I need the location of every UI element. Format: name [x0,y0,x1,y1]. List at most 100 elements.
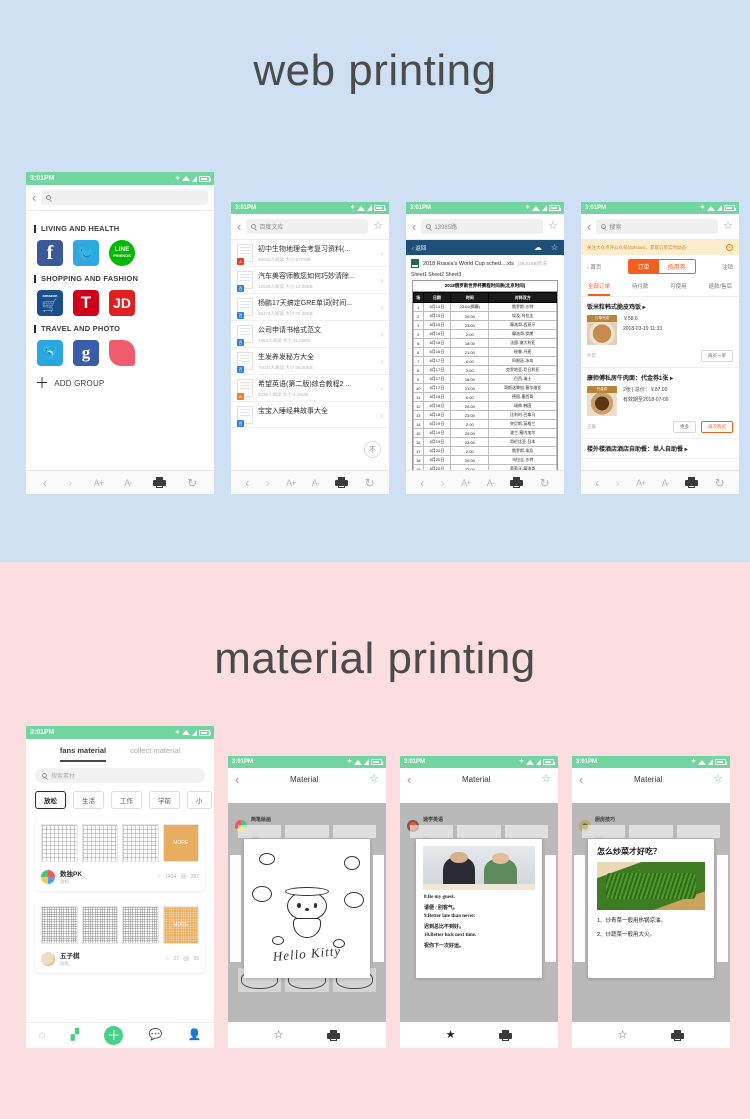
prev-page-peek[interactable] [230,855,241,962]
scroll-to-top-button[interactable]: 不 [364,441,381,458]
list-item[interactable]: W 希望英语(第二版)综合教程2 ... 5236人阅读 大小:4.16MB › [231,375,389,402]
ctrip-icon[interactable]: 🐬 [37,340,63,366]
material-card[interactable]: MORE 五子棋 放松 ☆ 27 🖨 65 [35,900,205,973]
grid-icon[interactable]: ▞ [71,1030,79,1041]
star-icon[interactable]: ☆ [551,243,558,252]
next-page-peek[interactable] [545,855,556,962]
favorite-icon[interactable]: ☆ [618,1029,628,1041]
profile-icon[interactable]: 👤 [188,1030,202,1041]
google-icon[interactable]: g [73,340,99,366]
url-input[interactable]: 13985路 [421,219,544,234]
more-button[interactable]: 更多 [673,421,696,433]
close-icon[interactable]: × [726,244,733,251]
refresh-button[interactable]: ↻ [715,477,725,489]
bookmark-star-icon[interactable]: ☆ [548,221,558,232]
toolbar-forward-button[interactable]: › [266,477,270,489]
order-item-partial[interactable]: 楼外楼酒店酒店自助餐：单人自助餐 ▸ [581,439,739,459]
toolbar-forward-button[interactable]: › [68,477,72,489]
meitu-icon[interactable] [109,340,135,366]
back-button[interactable]: ‹ [407,773,411,786]
list-item[interactable]: 百 杨鹏17天搞定GRE单词(时间... 68374人阅读 大小:70.00KB… [231,294,389,321]
chat-icon[interactable]: 💬 [149,1030,163,1041]
back-button[interactable]: ‹ [579,773,583,786]
font-increase-button[interactable]: A+ [286,478,296,488]
refresh-button[interactable]: ↻ [540,477,550,489]
font-decrease-button[interactable]: A- [312,478,320,488]
order-item[interactable]: 饭米粒韩式脆皮鸡饭 ▸ 订单完成 ￥58.6 2018-03-19 11:33 … [581,297,739,368]
list-item[interactable]: 百 汽车美容师教您如何巧妙清除... 12529人阅读 大小:13.00KB › [231,267,389,294]
toolbar-back-button[interactable]: ‹ [420,477,424,489]
font-increase-button[interactable]: A+ [461,478,471,488]
cloud-download-icon[interactable]: ☁ [534,243,542,252]
sheet-tabs[interactable]: Sheet1 Sheet2 Sheet3 [406,272,564,280]
star-icon[interactable]: ☆ [369,774,379,785]
rebuy-button[interactable]: 再买一单 [701,350,733,362]
printer-icon[interactable] [335,477,349,488]
back-button[interactable]: ‹ [237,220,241,233]
twitter-icon[interactable]: 🐦 [73,240,99,266]
bookmark-star-icon[interactable]: ☆ [373,221,383,232]
star-icon[interactable]: ☆ [541,774,551,785]
back-button[interactable]: ‹ [32,191,36,204]
tab-all-orders[interactable]: 全部订单 [588,278,611,296]
add-group-button[interactable]: ＋ ADD GROUP [35,376,206,390]
plus-icon[interactable]: ＋ [104,1026,124,1045]
font-decrease-button[interactable]: A- [662,478,670,488]
home-link[interactable]: ‹ 首页 [587,263,601,271]
segment-coupons[interactable]: 抵用券 [658,260,695,273]
tab-pending-payment[interactable]: 待付款 [632,278,649,296]
home-icon[interactable]: ⌂ [39,1030,46,1041]
bookmark-star-icon[interactable]: ☆ [723,221,733,232]
more-thumb[interactable]: MORE [162,824,199,862]
font-increase-button[interactable]: A+ [94,478,104,488]
refresh-button[interactable]: ↻ [187,477,197,489]
facebook-icon[interactable]: f [37,240,63,266]
toolbar-back-button[interactable]: ‹ [245,477,249,489]
tab-usable[interactable]: 可使用 [670,278,687,296]
search-input[interactable] [41,190,208,205]
next-page-peek[interactable] [717,855,728,962]
font-increase-button[interactable]: A+ [636,478,646,488]
printer-icon[interactable] [510,477,524,488]
list-item[interactable]: A 初中生物地理会考复习资料(... 55033人阅读 大小:2.07MB › [231,240,389,267]
viewer-back-button[interactable]: ‹ 返回 [412,244,426,252]
chip-preschool[interactable]: 学前 [149,791,180,809]
list-item[interactable]: 百 公司申请书格式范文 4854人阅读 大小:31.00KB › [231,321,389,348]
chip-life[interactable]: 生活 [73,791,104,809]
rebuy-button[interactable]: 再次购买 [701,421,733,433]
font-decrease-button[interactable]: A- [487,478,495,488]
tmall-icon[interactable]: T [73,290,99,316]
printer-icon[interactable] [152,477,166,488]
segment-orders[interactable]: 订单 [628,260,659,273]
url-input[interactable]: 搜索 [596,219,719,234]
tab-fans-material[interactable]: fans material [59,746,107,762]
search-input[interactable]: 搜索素材 [35,768,205,783]
jd-icon[interactable]: JD [109,290,135,316]
more-thumb[interactable]: MORE [162,906,199,944]
line-friends-icon[interactable]: LINE FRIENDS [109,240,135,266]
next-page-peek[interactable] [373,855,384,962]
tab-collect-material[interactable]: collect material [130,746,180,762]
material-sheet[interactable]: Hello Kitty [244,839,370,978]
back-button[interactable]: ‹ [235,773,239,786]
toolbar-back-button[interactable]: ‹ [43,477,47,489]
toolbar-forward-button[interactable]: › [441,477,445,489]
printer-icon[interactable] [499,1029,513,1041]
amazon-icon[interactable]: amazon 🛒 [37,290,63,316]
toolbar-forward-button[interactable]: › [616,477,620,489]
order-item[interactable]: 康师傅私房牛肉面：代金券1张 ▸ 代金券 2张 | 总价：￥87.00 有效期至… [581,368,739,439]
favorite-icon[interactable]: ★ [446,1029,456,1041]
star-icon[interactable]: ☆ [713,774,723,785]
logout-link[interactable]: 注销 [722,263,733,271]
printer-icon[interactable] [327,1029,341,1041]
printer-icon[interactable] [671,1029,685,1041]
material-sheet[interactable]: 8.Be my guest. 请便 / 别客气。 9.Better late t… [416,839,542,978]
font-decrease-button[interactable]: A- [124,478,132,488]
url-input[interactable]: 百度文库 [246,219,369,234]
tab-refund[interactable]: 退款/售后 [708,278,732,296]
material-sheet[interactable]: 怎么炒菜才好吃？ 1、炒青菜一般用热锅凉油。 2、炒蔬菜一般用大火。 [588,839,714,978]
chip-work[interactable]: 工作 [111,791,142,809]
printer-icon[interactable] [685,477,699,488]
chip-relax[interactable]: 放松 [35,791,66,809]
refresh-button[interactable]: ↻ [365,477,375,489]
